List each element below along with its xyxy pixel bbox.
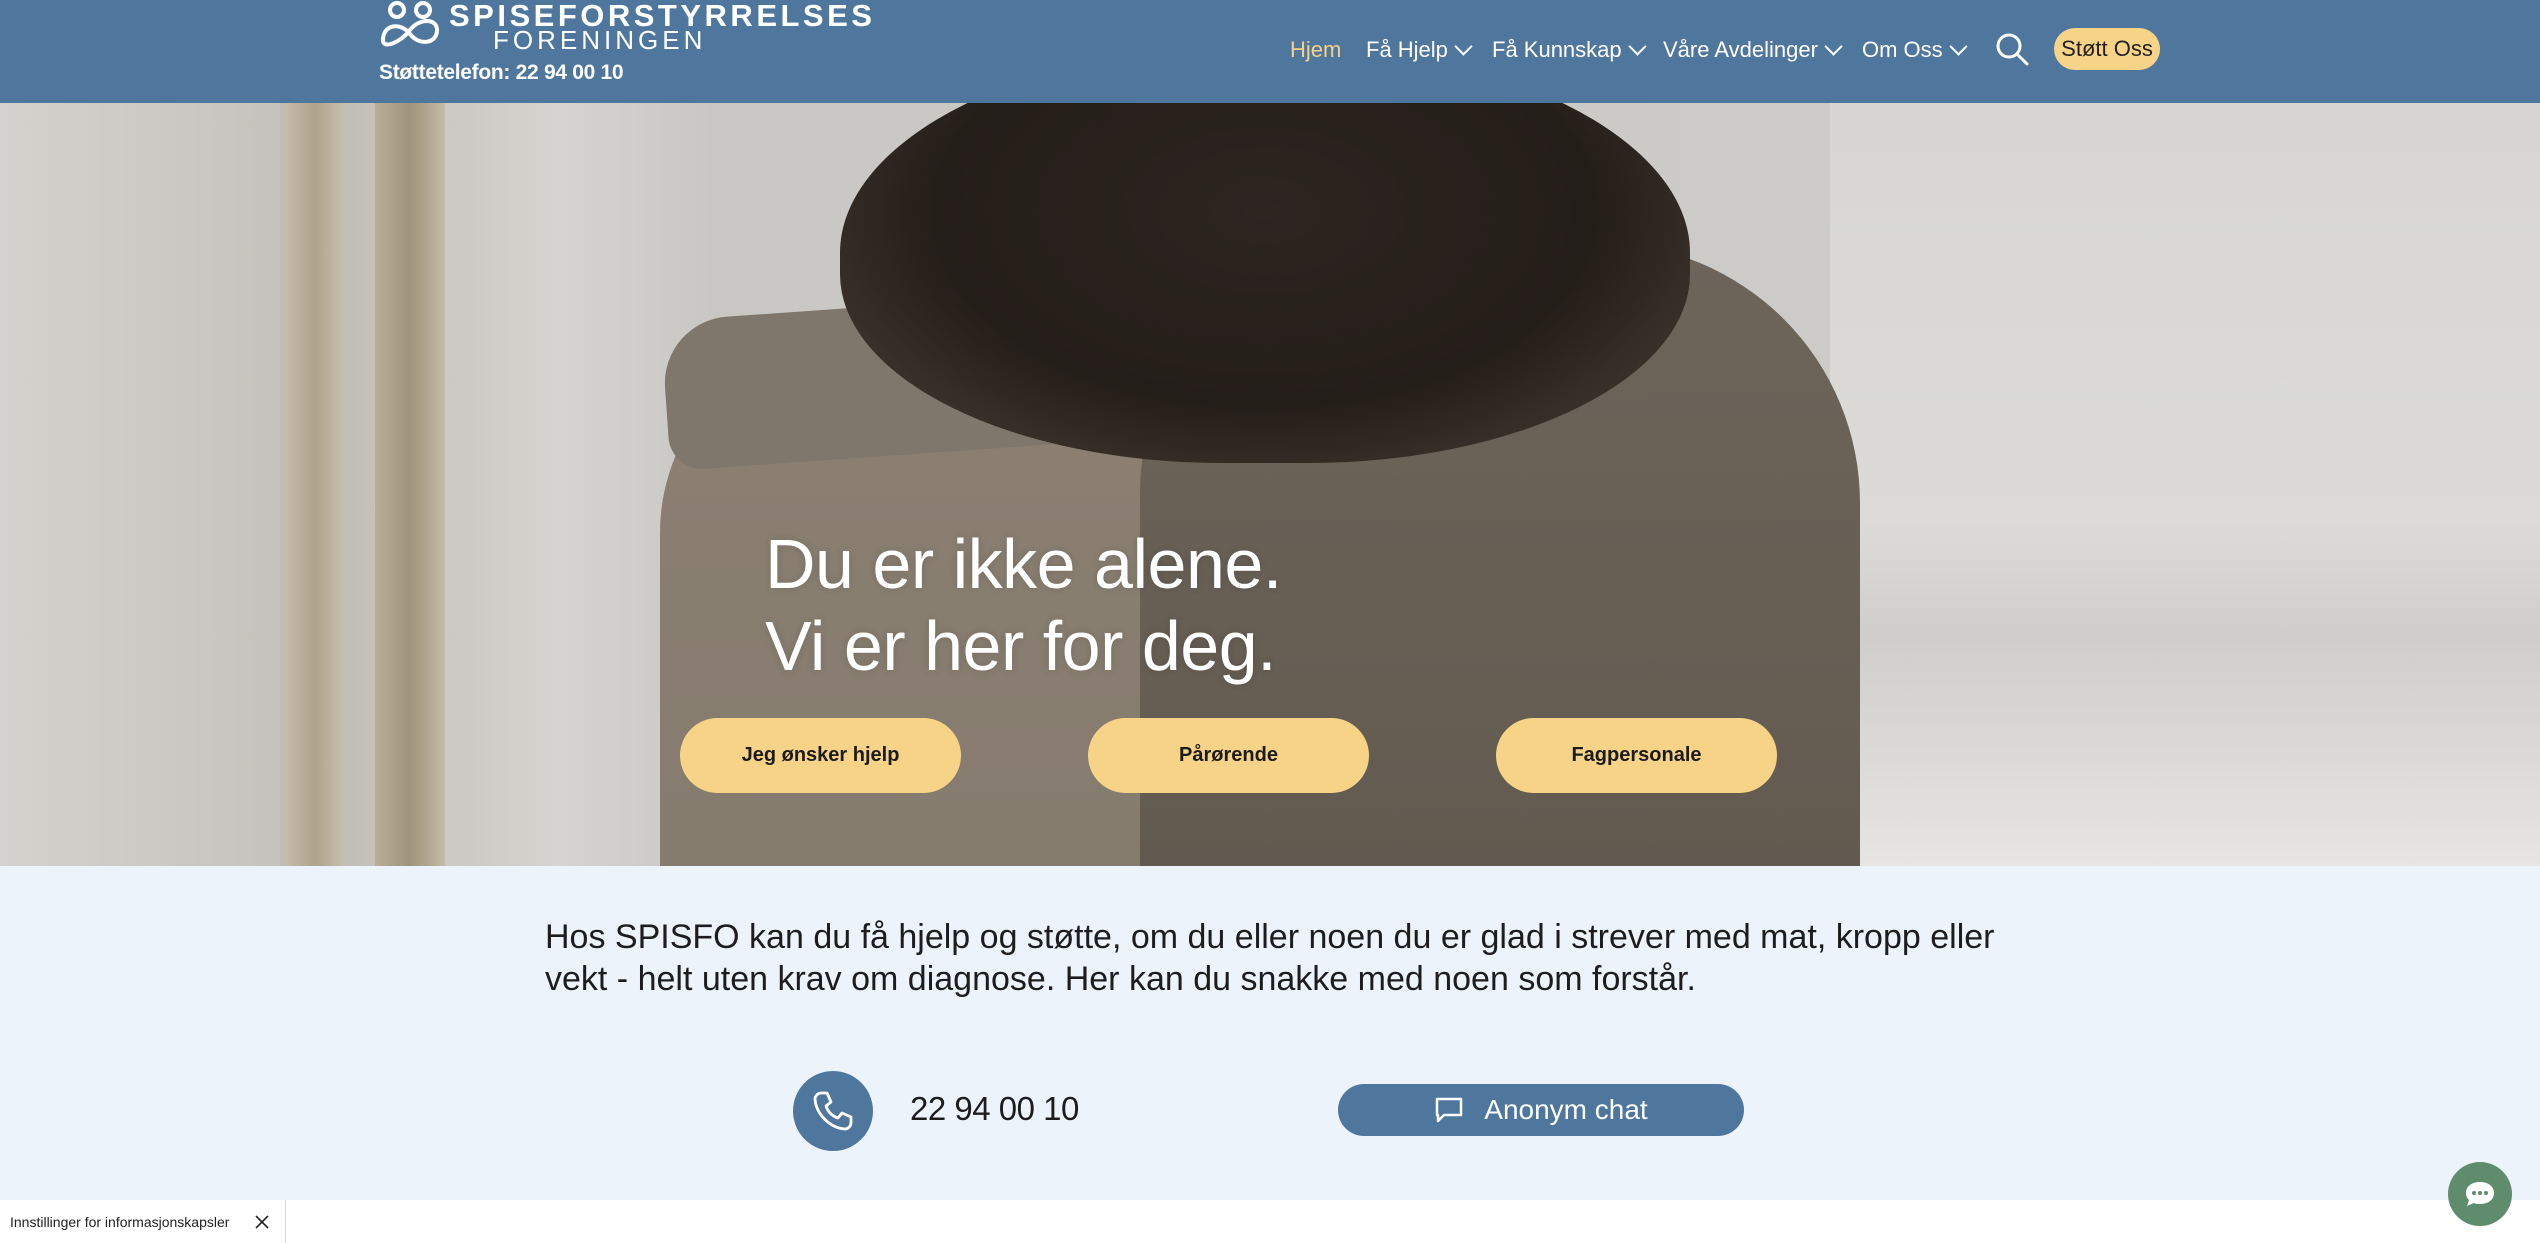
chat-bubble-icon: [2466, 1182, 2494, 1206]
chat-button-label: Anonym chat: [1484, 1094, 1648, 1125]
hero-title: Du er ikke alene. Vi er her for deg.: [765, 523, 1282, 687]
professionals-button[interactable]: Fagpersonale: [1496, 718, 1777, 793]
chevron-down-icon: [1627, 36, 1647, 56]
phone-icon: [813, 1091, 853, 1131]
help-button[interactable]: Jeg ønsker hjelp: [680, 718, 961, 793]
nav-item-label: Hjem: [1290, 37, 1342, 62]
hero-window-frame: [375, 103, 445, 866]
close-icon[interactable]: [254, 1214, 270, 1230]
nav-item-label: Få Hjelp: [1366, 37, 1448, 62]
phone-button[interactable]: [793, 1071, 873, 1151]
anonymous-chat-button[interactable]: Anonym chat: [1338, 1084, 1744, 1136]
nav-item-label: Våre Avdelinger: [1663, 37, 1818, 62]
chevron-down-icon: [1824, 36, 1843, 56]
hero-title-line2: Vi er her for deg.: [765, 607, 1277, 685]
nav-item-label: Om Oss: [1862, 37, 1943, 62]
cookie-settings-label: Innstillinger for informasjonskapsler: [10, 1213, 230, 1230]
nav-item-hjem[interactable]: Hjem: [1290, 30, 1341, 70]
search-icon[interactable]: [1994, 31, 2030, 67]
hero-window-left: [0, 103, 280, 866]
site-header: SPISEFORSTYRRELSES FORENINGEN Støttetele…: [0, 0, 2540, 103]
chevron-down-icon: [1454, 36, 1473, 56]
relatives-button[interactable]: Pårørende: [1088, 718, 1369, 793]
nav-item-fa-kunnskap[interactable]: Få Kunnskap: [1492, 30, 1647, 70]
hero-window-frame: [285, 103, 345, 866]
info-section: Hos SPISFO kan du få hjelp og støtte, om…: [0, 866, 2540, 1200]
cookie-settings-bar[interactable]: Innstillinger for informasjonskapsler: [0, 1200, 286, 1243]
nav-item-label: Få Kunnskap: [1492, 37, 1622, 62]
nav-item-vare-avdelinger[interactable]: Våre Avdelinger: [1663, 30, 1843, 70]
chat-icon: [1436, 1097, 1463, 1123]
nav-item-om-oss[interactable]: Om Oss: [1862, 30, 1968, 70]
chevron-down-icon: [1948, 36, 1968, 56]
phone-number[interactable]: 22 94 00 10: [910, 1090, 1079, 1128]
nav-item-fa-hjelp[interactable]: Få Hjelp: [1366, 30, 1473, 70]
hero-title-line1: Du er ikke alene.: [765, 525, 1282, 603]
hero-hair: [840, 103, 1690, 463]
support-us-button[interactable]: Støtt Oss: [2054, 28, 2160, 70]
hero-banner: Du er ikke alene. Vi er her for deg. Jeg…: [0, 103, 2540, 866]
chat-widget-button[interactable]: [2448, 1162, 2512, 1226]
intro-text: Hos SPISFO kan du få hjelp og støtte, om…: [545, 918, 1995, 998]
hero-window-right: [1830, 103, 2540, 866]
